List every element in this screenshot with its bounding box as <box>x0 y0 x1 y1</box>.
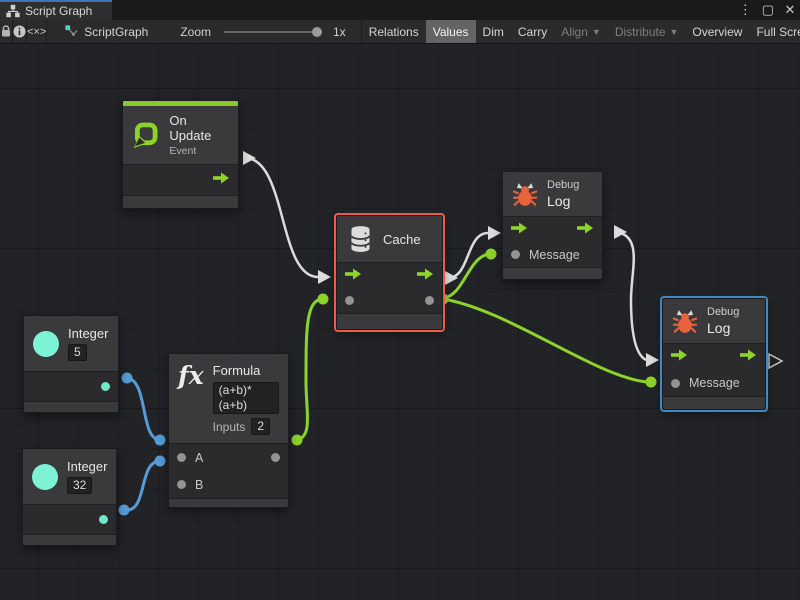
overview-button[interactable]: Overview <box>685 20 749 43</box>
carry-button[interactable]: Carry <box>511 20 554 43</box>
zoom-label: Zoom <box>173 20 218 43</box>
result-out-port[interactable] <box>271 453 280 462</box>
node-title: Integer <box>67 459 107 474</box>
graph-window-icon <box>6 4 20 18</box>
relations-button[interactable]: Relations <box>362 20 426 43</box>
flow-out-port[interactable] <box>417 267 434 285</box>
chevron-down-icon: ▼ <box>592 27 601 37</box>
integer-value-field[interactable]: 5 <box>68 344 87 361</box>
port-label: Message <box>529 248 580 262</box>
zoom-level: 1x <box>326 20 353 43</box>
graph-name: ScriptGraph <box>84 25 148 39</box>
node-title: Integer <box>68 326 108 341</box>
window-menu-icon[interactable]: ⋮ <box>739 0 752 20</box>
title-bar: Script Graph ⋮ ▢ ✕ <box>0 0 800 20</box>
tab-title: Script Graph <box>25 4 92 18</box>
input-b-port[interactable] <box>177 480 186 489</box>
update-loop-icon <box>132 120 160 150</box>
flow-out-port[interactable] <box>213 171 230 189</box>
flow-in-port[interactable] <box>345 267 362 285</box>
input-a-port[interactable] <box>177 453 186 462</box>
info-icon <box>13 25 26 38</box>
inputs-count-field[interactable]: 2 <box>251 418 270 435</box>
node-title: Log <box>547 193 579 209</box>
value-out-port[interactable] <box>101 382 110 391</box>
flow-out-port[interactable] <box>577 221 594 239</box>
port-label: B <box>195 478 203 492</box>
node-integer-bottom[interactable]: Integer 32 <box>22 448 117 546</box>
node-debug-log-bottom[interactable]: Debug Log Message <box>662 298 766 410</box>
node-integer-top[interactable]: Integer 5 <box>23 315 119 413</box>
node-title: Log <box>707 320 739 336</box>
dim-button[interactable]: Dim <box>476 20 511 43</box>
integer-value-field[interactable]: 32 <box>67 477 92 494</box>
fx-icon: fx <box>178 363 204 388</box>
code-view-button[interactable]: <×> <box>27 20 47 43</box>
bug-icon <box>512 181 538 208</box>
script-graph-icon <box>64 24 79 39</box>
node-subtitle: Event <box>169 145 229 157</box>
distribute-button[interactable]: Distribute ▼ <box>608 20 686 43</box>
flow-out-port[interactable] <box>740 348 757 366</box>
value-out-port[interactable] <box>99 515 108 524</box>
fullscreen-button[interactable]: Full Screen <box>749 20 800 43</box>
port-label: A <box>195 451 203 465</box>
node-kind: Debug <box>707 306 739 318</box>
node-debug-log-top[interactable]: Debug Log Message <box>502 171 603 280</box>
port-label: Message <box>689 376 740 390</box>
zoom-slider[interactable] <box>218 20 326 43</box>
node-cache[interactable]: Cache <box>336 215 443 330</box>
angle-brackets-icon: <×> <box>27 26 46 38</box>
node-title: Formula <box>213 363 279 378</box>
message-in-port[interactable] <box>511 250 520 259</box>
tab-script-graph[interactable]: Script Graph <box>0 0 112 20</box>
database-icon <box>347 224 374 254</box>
integer-icon <box>33 331 59 357</box>
node-kind: Debug <box>547 179 579 191</box>
zoom-slider-handle[interactable] <box>312 27 322 37</box>
flow-in-port[interactable] <box>671 348 688 366</box>
maximize-icon[interactable]: ▢ <box>762 0 774 20</box>
node-formula[interactable]: fx Formula (a+b)*(a+b) Inputs 2 A B <box>168 353 289 508</box>
inputs-label: Inputs <box>213 420 246 434</box>
node-title: On Update <box>169 113 229 143</box>
zoom-slider-track[interactable] <box>224 31 320 33</box>
bug-icon <box>672 308 698 335</box>
message-in-port[interactable] <box>671 379 680 388</box>
formula-expression-field[interactable]: (a+b)*(a+b) <box>213 382 279 414</box>
node-title: Cache <box>383 232 421 247</box>
node-on-update[interactable]: On Update Event <box>122 100 239 209</box>
value-in-port[interactable] <box>345 296 354 305</box>
chevron-down-icon: ▼ <box>670 27 679 37</box>
graph-breadcrumb[interactable]: ScriptGraph <box>57 20 155 43</box>
lock-button[interactable] <box>0 20 13 43</box>
integer-icon <box>32 464 58 490</box>
close-icon[interactable]: ✕ <box>784 0 796 20</box>
lock-icon <box>0 25 12 38</box>
info-button[interactable] <box>13 20 27 43</box>
graph-toolbar: <×> ScriptGraph Zoom 1x Relations Values… <box>0 20 800 44</box>
flow-in-port[interactable] <box>511 221 528 239</box>
align-button[interactable]: Align ▼ <box>554 20 608 43</box>
value-out-port[interactable] <box>425 296 434 305</box>
values-button[interactable]: Values <box>426 20 476 43</box>
